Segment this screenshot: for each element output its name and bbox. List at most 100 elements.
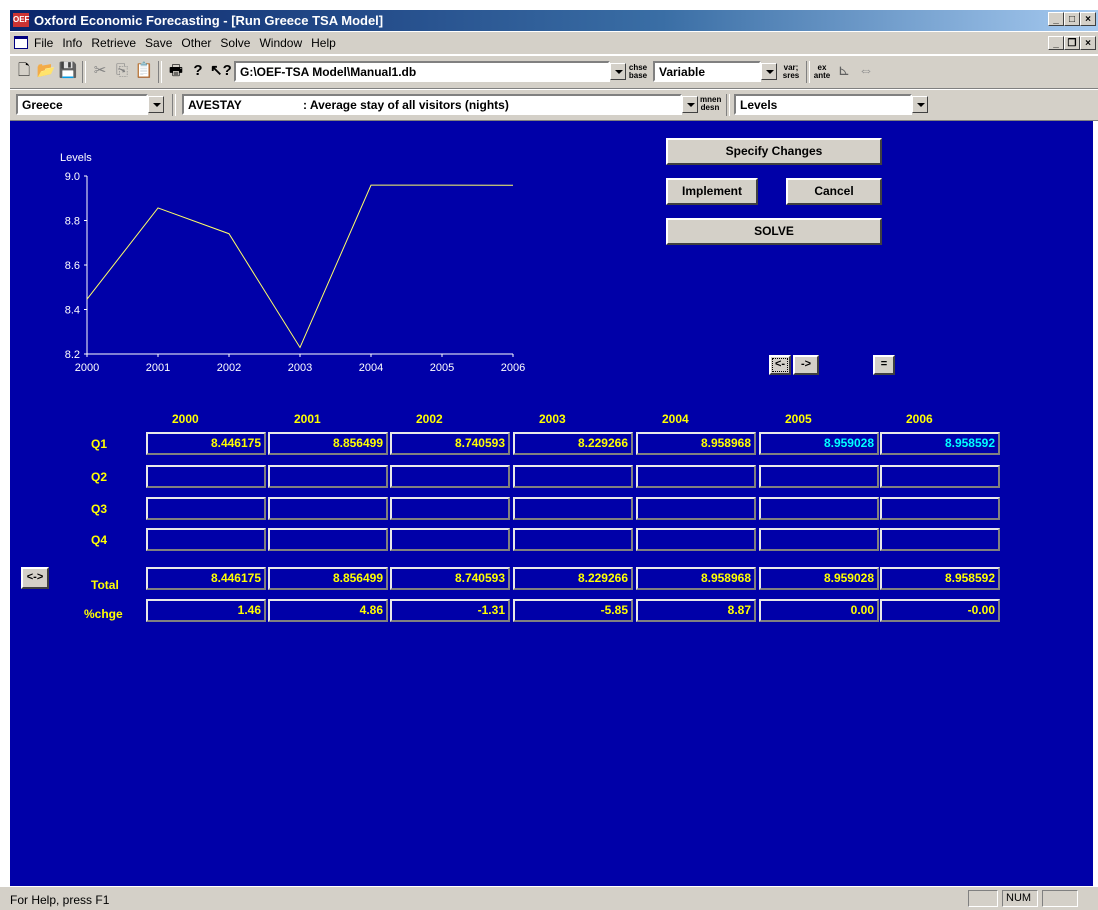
print-icon[interactable]: 🖶 (166, 61, 186, 81)
variable-dropdown[interactable] (682, 96, 698, 113)
cell-q2-2006[interactable] (880, 465, 1000, 488)
var-sres-label: var; sres (782, 63, 800, 80)
cell-q1-2005[interactable]: 8.959028 (759, 432, 879, 455)
cell-q3-2006[interactable] (880, 497, 1000, 520)
minimize-button[interactable]: _ (1048, 12, 1064, 26)
menu-help[interactable]: Help (311, 36, 336, 50)
cell-q1-2003[interactable]: 8.229266 (513, 432, 633, 455)
cell-q3-2002[interactable] (390, 497, 510, 520)
row-label-total: Total (91, 578, 119, 592)
cell-chge-2006[interactable]: -0.00 (880, 599, 1000, 622)
cell-q4-2004[interactable] (636, 528, 756, 551)
cell-q4-2003[interactable] (513, 528, 633, 551)
cell-total-2002[interactable]: 8.740593 (390, 567, 510, 590)
ex-ante-button[interactable]: ex ante (812, 63, 832, 81)
cell-chge-2000[interactable]: 1.46 (146, 599, 266, 622)
cell-chge-2005[interactable]: 0.00 (759, 599, 879, 622)
status-bar: For Help, press F1 NUM (0, 887, 1098, 910)
context-help-icon[interactable]: ↖? (210, 61, 232, 81)
cell-q4-2000[interactable] (146, 528, 266, 551)
cell-total-2000[interactable]: 8.446175 (146, 567, 266, 590)
cell-q4-2006[interactable] (880, 528, 1000, 551)
x-tick-label: 2004 (359, 362, 383, 374)
selector-dropdown[interactable] (761, 63, 777, 80)
open-folder-icon[interactable]: 📂 (36, 61, 56, 81)
cell-total-2004[interactable]: 8.958968 (636, 567, 756, 590)
selector-field[interactable]: Variable (653, 61, 761, 82)
var-sres-button[interactable]: var; sres (781, 63, 801, 81)
cell-q4-2001[interactable] (268, 528, 388, 551)
mnemonic-description-button[interactable]: mnen desn (700, 95, 721, 113)
menu-other[interactable]: Other (181, 36, 211, 50)
document-icon[interactable] (14, 36, 28, 49)
help-icon[interactable]: ? (188, 61, 208, 81)
menu-window[interactable]: Window (259, 36, 302, 50)
solve-button[interactable]: SOLVE (666, 218, 882, 245)
menu-file[interactable]: File (34, 36, 53, 50)
cell-chge-2004[interactable]: 8.87 (636, 599, 756, 622)
cell-total-2001[interactable]: 8.856499 (268, 567, 388, 590)
implement-button[interactable]: Implement (666, 178, 758, 205)
chart-icon[interactable]: ⊾ (834, 61, 854, 81)
paste-icon[interactable]: 📋 (134, 61, 154, 81)
cell-q2-2001[interactable] (268, 465, 388, 488)
mode-field[interactable]: Levels (734, 94, 912, 115)
cell-q2-2000[interactable] (146, 465, 266, 488)
mdi-close-button[interactable]: × (1080, 36, 1096, 50)
mode-dropdown[interactable] (912, 96, 928, 113)
cell-q1-2004[interactable]: 8.958968 (636, 432, 756, 455)
cell-q1-2002[interactable]: 8.740593 (390, 432, 510, 455)
cell-total-2005[interactable]: 8.959028 (759, 567, 879, 590)
year-header-2002: 2002 (416, 412, 443, 426)
cell-q1-2001[interactable]: 8.856499 (268, 432, 388, 455)
row-label-chge: %chge (84, 607, 123, 621)
database-path-dropdown[interactable] (610, 63, 626, 80)
country-field[interactable]: Greece (16, 94, 148, 115)
cell-q3-2003[interactable] (513, 497, 633, 520)
choose-base-button[interactable]: chse base (628, 63, 648, 81)
close-button[interactable]: × (1080, 12, 1096, 26)
copy-icon[interactable]: ⎘ (112, 61, 132, 81)
year-header-2000: 2000 (172, 412, 199, 426)
cell-q1-2000[interactable]: 8.446175 (146, 432, 266, 455)
cell-q2-2003[interactable] (513, 465, 633, 488)
database-path-field[interactable]: G:\OEF-TSA Model\Manual1.db (234, 61, 610, 82)
cell-q2-2002[interactable] (390, 465, 510, 488)
mdi-restore-button[interactable]: ❐ (1064, 36, 1080, 50)
cell-q3-2005[interactable] (759, 497, 879, 520)
equals-button[interactable]: = (873, 355, 895, 375)
save-icon[interactable]: 💾 (58, 61, 78, 81)
y-tick-label: 8.8 (65, 216, 80, 228)
menu-retrieve[interactable]: Retrieve (91, 36, 136, 50)
cell-q2-2005[interactable] (759, 465, 879, 488)
cut-icon[interactable]: ✂ (90, 61, 110, 81)
cell-q2-2004[interactable] (636, 465, 756, 488)
cell-q1-2006[interactable]: 8.958592 (880, 432, 1000, 455)
mdi-minimize-button[interactable]: _ (1048, 36, 1064, 50)
title-bar[interactable]: OEF Oxford Economic Forecasting - [Run G… (10, 10, 1098, 31)
link-icon[interactable]: ⇔ (856, 61, 876, 81)
cancel-button[interactable]: Cancel (786, 178, 882, 205)
menu-info[interactable]: Info (62, 36, 82, 50)
cell-total-2003[interactable]: 8.229266 (513, 567, 633, 590)
cell-q3-2004[interactable] (636, 497, 756, 520)
menu-solve[interactable]: Solve (220, 36, 250, 50)
cell-q4-2002[interactable] (390, 528, 510, 551)
menu-save[interactable]: Save (145, 36, 172, 50)
cell-q3-2000[interactable] (146, 497, 266, 520)
prev-period-button[interactable]: <- (769, 355, 791, 375)
cell-q3-2001[interactable] (268, 497, 388, 520)
next-period-button[interactable]: -> (793, 355, 819, 375)
maximize-button[interactable]: □ (1064, 12, 1080, 26)
cell-total-2006[interactable]: 8.958592 (880, 567, 1000, 590)
swap-button[interactable]: <-> (21, 567, 49, 589)
specify-changes-button[interactable]: Specify Changes (666, 138, 882, 165)
country-dropdown[interactable] (148, 96, 164, 113)
cell-chge-2003[interactable]: -5.85 (513, 599, 633, 622)
new-file-icon[interactable]: 🗋 (14, 61, 34, 81)
cell-q4-2005[interactable] (759, 528, 879, 551)
row-label-q2: Q2 (91, 470, 108, 484)
variable-field[interactable]: AVESTAY: Average stay of all visitors (n… (182, 94, 682, 115)
cell-chge-2001[interactable]: 4.86 (268, 599, 388, 622)
cell-chge-2002[interactable]: -1.31 (390, 599, 510, 622)
